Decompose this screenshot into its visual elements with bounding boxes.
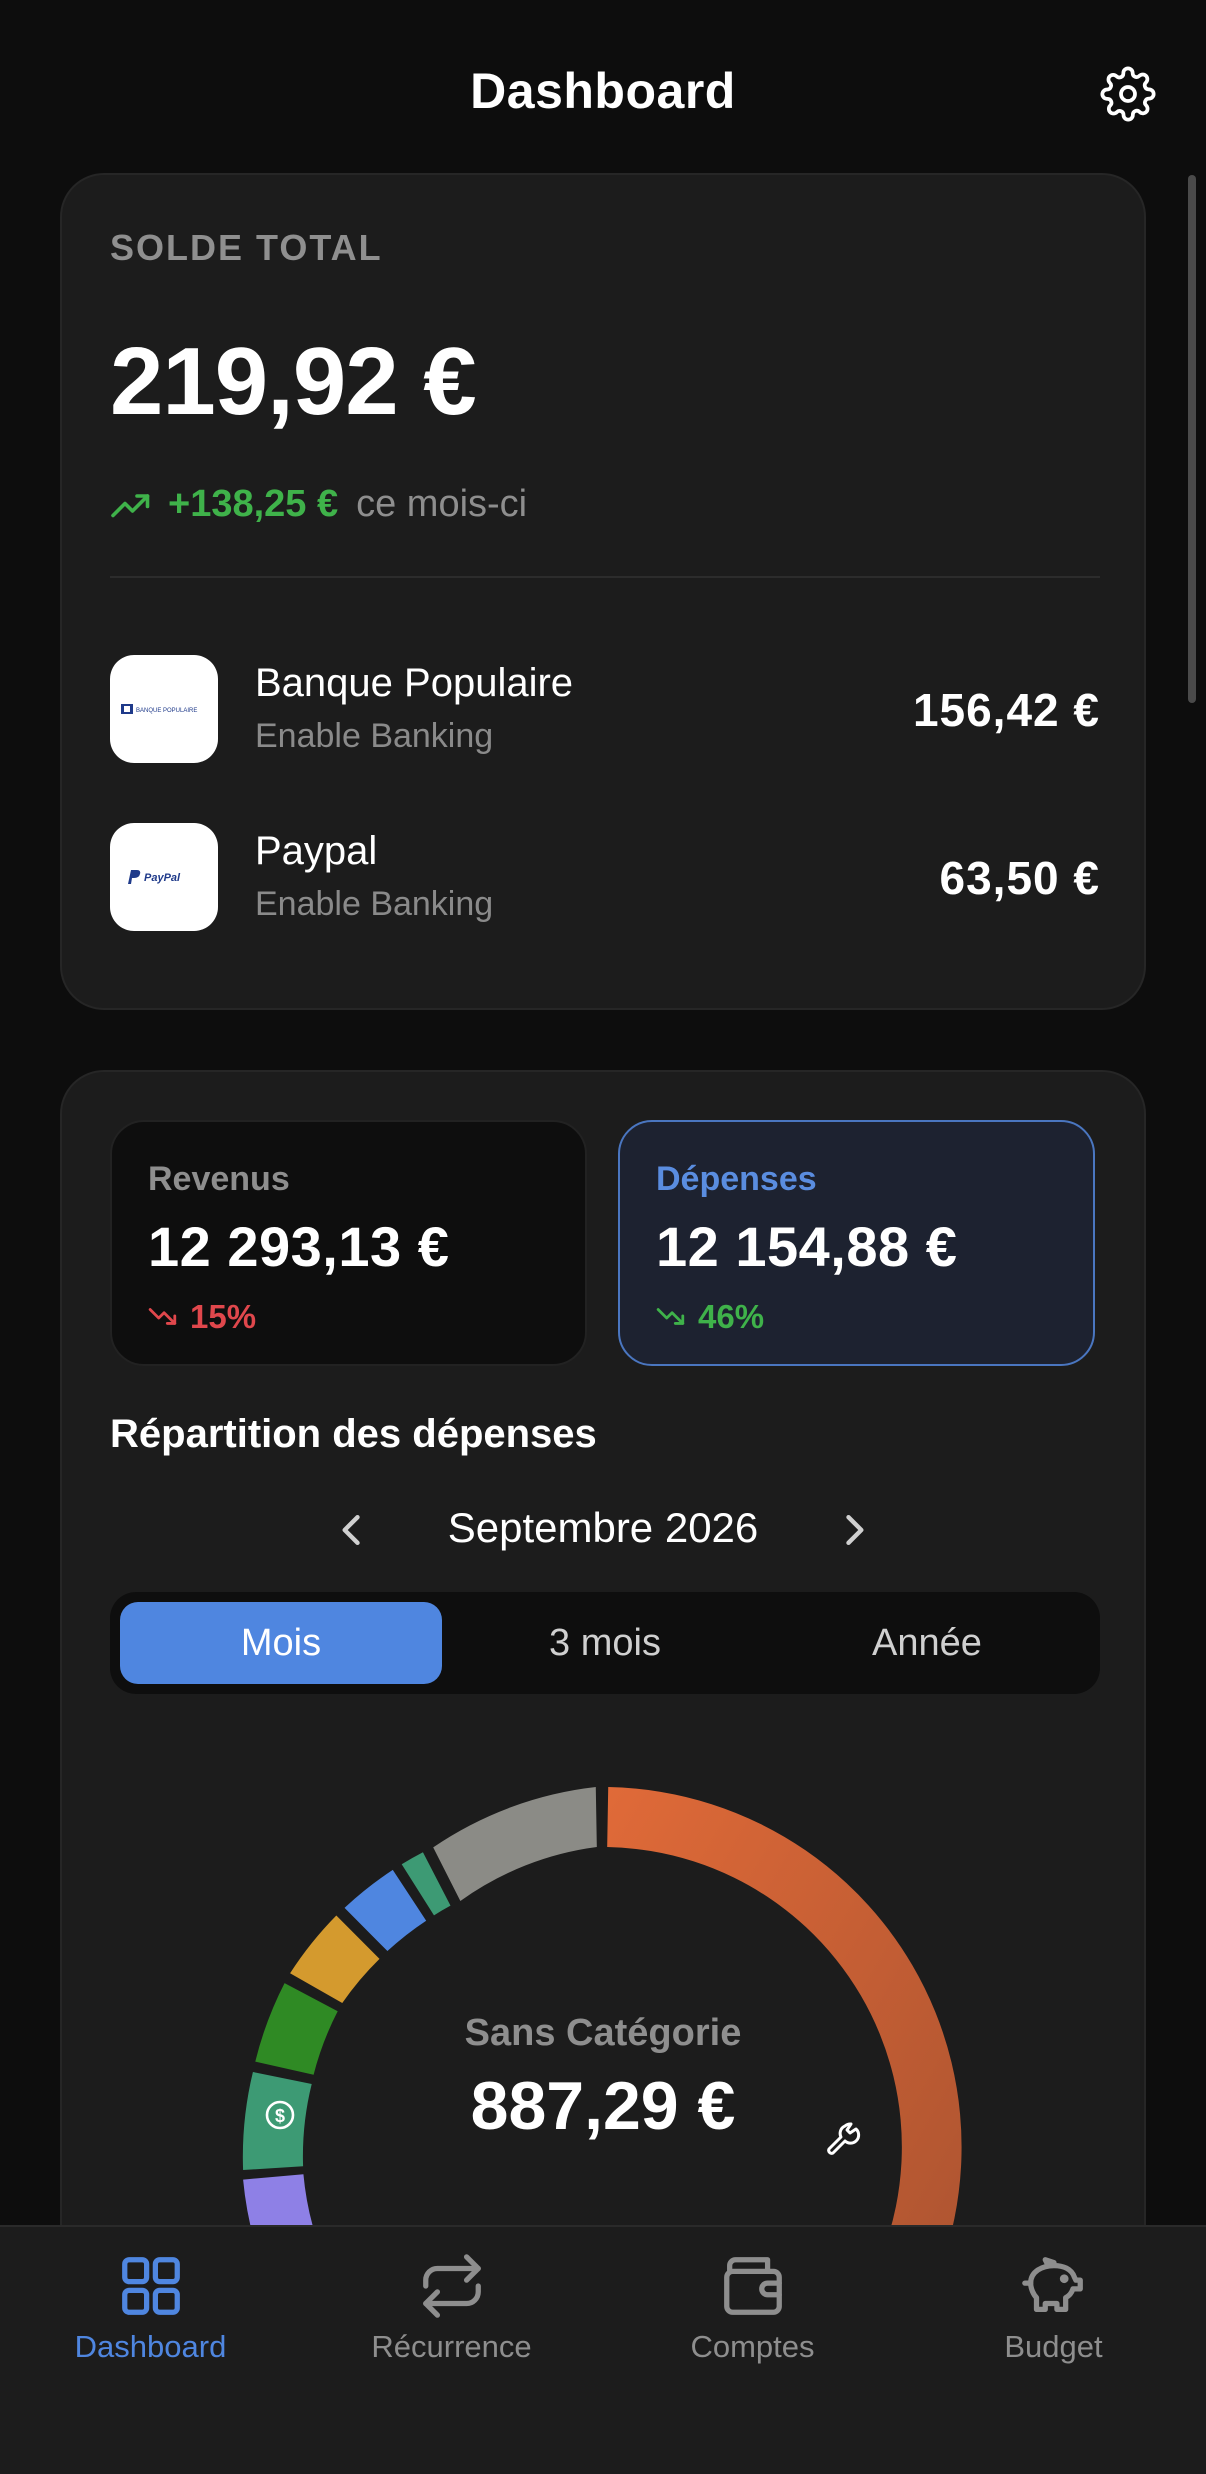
- tab-recurrence[interactable]: Récurrence: [301, 2227, 602, 2427]
- section-title: Répartition des dépenses: [110, 1412, 597, 1456]
- segment-annee[interactable]: Année: [766, 1602, 1088, 1684]
- piggy-bank-icon: [1022, 2257, 1083, 2312]
- tab-label: Budget: [1004, 2329, 1103, 2364]
- paypal-logo-text: PayPal: [144, 872, 181, 884]
- segment-3-mois[interactable]: 3 mois: [444, 1602, 766, 1684]
- donut-segment-gray[interactable]: [433, 1787, 597, 1901]
- tab-label: Récurrence: [371, 2329, 532, 2364]
- paypal-logo: PayPal: [110, 823, 218, 931]
- header: Dashboard: [0, 0, 1206, 175]
- tab-dashboard[interactable]: Dashboard: [0, 2227, 301, 2427]
- trend-suffix: ce mois-ci: [356, 483, 528, 525]
- tab-comptes[interactable]: Comptes: [602, 2227, 903, 2427]
- bank-logo-text: BANQUE POPULAIRE: [136, 708, 197, 714]
- account-provider: Enable Banking: [255, 717, 494, 755]
- monthly-trend: +138,25 € ce mois-ci: [110, 483, 527, 526]
- repeat-icon: [423, 2254, 481, 2318]
- account-name: Banque Populaire: [255, 661, 574, 705]
- divider: [110, 576, 1100, 578]
- depenses-label: Dépenses: [656, 1160, 817, 1198]
- revenus-value: 12 293,13 €: [148, 1215, 450, 1278]
- trend-down-icon: [148, 1308, 177, 1325]
- account-amount: 63,50 €: [939, 852, 1100, 904]
- tab-budget[interactable]: Budget: [903, 2227, 1204, 2427]
- wallet-icon: [724, 2257, 782, 2315]
- trend-amount: +138,25 €: [168, 483, 339, 525]
- gear-icon[interactable]: [1100, 66, 1156, 122]
- revenus-card[interactable]: Revenus 12 293,13 € 15%: [110, 1120, 587, 1366]
- tab-label: Comptes: [690, 2329, 815, 2364]
- period-label: Septembre 2026: [447, 1504, 759, 1551]
- tab-label: Dashboard: [74, 2329, 227, 2364]
- account-row-paypal[interactable]: PayPal Paypal Enable Banking 63,50 €: [110, 823, 1100, 933]
- trend-down-icon: [656, 1308, 685, 1325]
- depenses-change-value: 46%: [698, 1298, 765, 1335]
- bank-logo: BANQUE POPULAIRE: [110, 655, 218, 763]
- page-title: Dashboard: [470, 63, 736, 119]
- depenses-value: 12 154,88 €: [656, 1215, 958, 1278]
- total-balance-value: 219,92 €: [110, 328, 477, 435]
- bottom-tab-bar: Dashboard Récurrence Comptes Budget: [0, 2225, 1206, 2474]
- chevron-right-icon[interactable]: [832, 1508, 876, 1552]
- month-navigator: Septembre 2026: [62, 1500, 1144, 1560]
- trend-up-icon: [111, 493, 150, 517]
- account-row-banque-populaire[interactable]: BANQUE POPULAIRE Banque Populaire Enable…: [110, 655, 1100, 765]
- scrollbar[interactable]: [1188, 175, 1196, 703]
- account-name: Paypal: [255, 829, 378, 873]
- period-segmented-control: Mois 3 mois Année: [110, 1592, 1100, 1694]
- account-amount: 156,42 €: [912, 684, 1100, 736]
- depenses-card[interactable]: Dépenses 12 154,88 € 46%: [618, 1120, 1095, 1366]
- revenus-change-value: 15%: [190, 1298, 257, 1335]
- depenses-change: 46%: [656, 1298, 764, 1336]
- balance-card: SOLDE TOTAL 219,92 € +138,25 € ce mois-c…: [60, 173, 1146, 1010]
- revenus-label: Revenus: [148, 1160, 290, 1198]
- grid-icon: [122, 2257, 180, 2315]
- donut-center-value: 887,29 €: [470, 2068, 736, 2144]
- segment-mois[interactable]: Mois: [120, 1602, 442, 1684]
- total-balance-label: SOLDE TOTAL: [110, 227, 383, 268]
- account-provider: Enable Banking: [255, 885, 494, 923]
- donut-center-label: Sans Catégorie: [464, 2012, 742, 2054]
- revenus-change: 15%: [148, 1298, 256, 1336]
